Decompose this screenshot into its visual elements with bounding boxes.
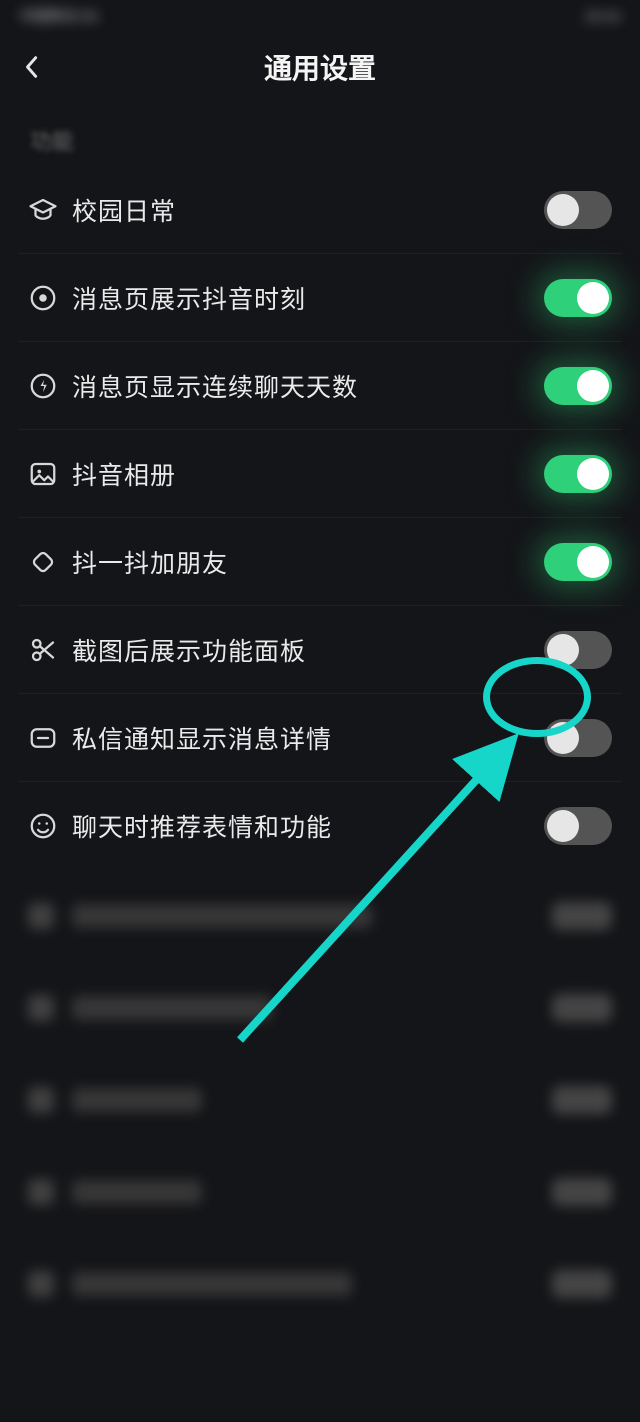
blurred-control bbox=[552, 1270, 612, 1298]
settings-toggle-3[interactable] bbox=[544, 455, 612, 493]
blurred-icon bbox=[28, 1179, 72, 1205]
blurred-label bbox=[72, 1272, 352, 1296]
blurred-row-2 bbox=[18, 1054, 622, 1146]
blurred-control bbox=[552, 902, 612, 930]
settings-toggle-7[interactable] bbox=[544, 807, 612, 845]
image-icon bbox=[28, 459, 72, 489]
page-title: 通用设置 bbox=[264, 47, 376, 87]
blurred-icon bbox=[28, 903, 72, 929]
settings-row-5: 截图后展示功能面板 bbox=[18, 606, 622, 694]
settings-row-label: 截图后展示功能面板 bbox=[72, 632, 544, 668]
settings-row-1: 消息页展示抖音时刻 bbox=[18, 254, 622, 342]
blurred-row-3 bbox=[18, 1146, 622, 1238]
settings-row-label: 抖一抖加朋友 bbox=[72, 544, 544, 580]
settings-toggle-1[interactable] bbox=[544, 279, 612, 317]
blurred-control bbox=[552, 994, 612, 1022]
scissors-icon bbox=[28, 635, 72, 665]
settings-toggle-2[interactable] bbox=[544, 367, 612, 405]
blurred-label bbox=[72, 996, 272, 1020]
settings-toggle-5[interactable] bbox=[544, 631, 612, 669]
status-right: 23:14 bbox=[585, 8, 620, 24]
blurred-control bbox=[552, 1178, 612, 1206]
section-label: 功能 bbox=[0, 102, 640, 166]
settings-row-4: 抖一抖加朋友 bbox=[18, 518, 622, 606]
blurred-settings-list bbox=[0, 870, 640, 1330]
bolt-circle-icon bbox=[28, 371, 72, 401]
settings-row-label: 私信通知显示消息详情 bbox=[72, 720, 544, 756]
blurred-label bbox=[72, 1180, 202, 1204]
smiley-icon bbox=[28, 811, 72, 841]
settings-row-label: 聊天时推荐表情和功能 bbox=[72, 808, 544, 844]
target-icon bbox=[28, 283, 72, 313]
blurred-control bbox=[552, 1086, 612, 1114]
settings-toggle-0[interactable] bbox=[544, 191, 612, 229]
header: 通用设置 bbox=[0, 32, 640, 102]
blurred-label bbox=[72, 904, 372, 928]
settings-toggle-6[interactable] bbox=[544, 719, 612, 757]
blurred-icon bbox=[28, 1271, 72, 1297]
blurred-icon bbox=[28, 1087, 72, 1113]
blurred-label bbox=[72, 1088, 202, 1112]
settings-row-3: 抖音相册 bbox=[18, 430, 622, 518]
status-left: 中国移动 5G bbox=[20, 6, 99, 26]
blurred-row-0 bbox=[18, 870, 622, 962]
blurred-row-4 bbox=[18, 1238, 622, 1330]
blurred-row-1 bbox=[18, 962, 622, 1054]
settings-toggle-4[interactable] bbox=[544, 543, 612, 581]
settings-row-label: 消息页展示抖音时刻 bbox=[72, 280, 544, 316]
grad-cap-icon bbox=[28, 195, 72, 225]
settings-row-6: 私信通知显示消息详情 bbox=[18, 694, 622, 782]
message-icon bbox=[28, 723, 72, 753]
settings-row-2: 消息页显示连续聊天天数 bbox=[18, 342, 622, 430]
settings-row-label: 抖音相册 bbox=[72, 456, 544, 492]
back-button[interactable] bbox=[22, 52, 40, 82]
settings-row-label: 校园日常 bbox=[72, 192, 544, 228]
settings-list: 校园日常消息页展示抖音时刻消息页显示连续聊天天数抖音相册抖一抖加朋友截图后展示功… bbox=[0, 166, 640, 870]
blurred-icon bbox=[28, 995, 72, 1021]
settings-row-0: 校园日常 bbox=[18, 166, 622, 254]
settings-row-label: 消息页显示连续聊天天数 bbox=[72, 368, 544, 404]
rotate-square-icon bbox=[28, 547, 72, 577]
settings-row-7: 聊天时推荐表情和功能 bbox=[18, 782, 622, 870]
status-bar: 中国移动 5G 23:14 bbox=[0, 0, 640, 32]
